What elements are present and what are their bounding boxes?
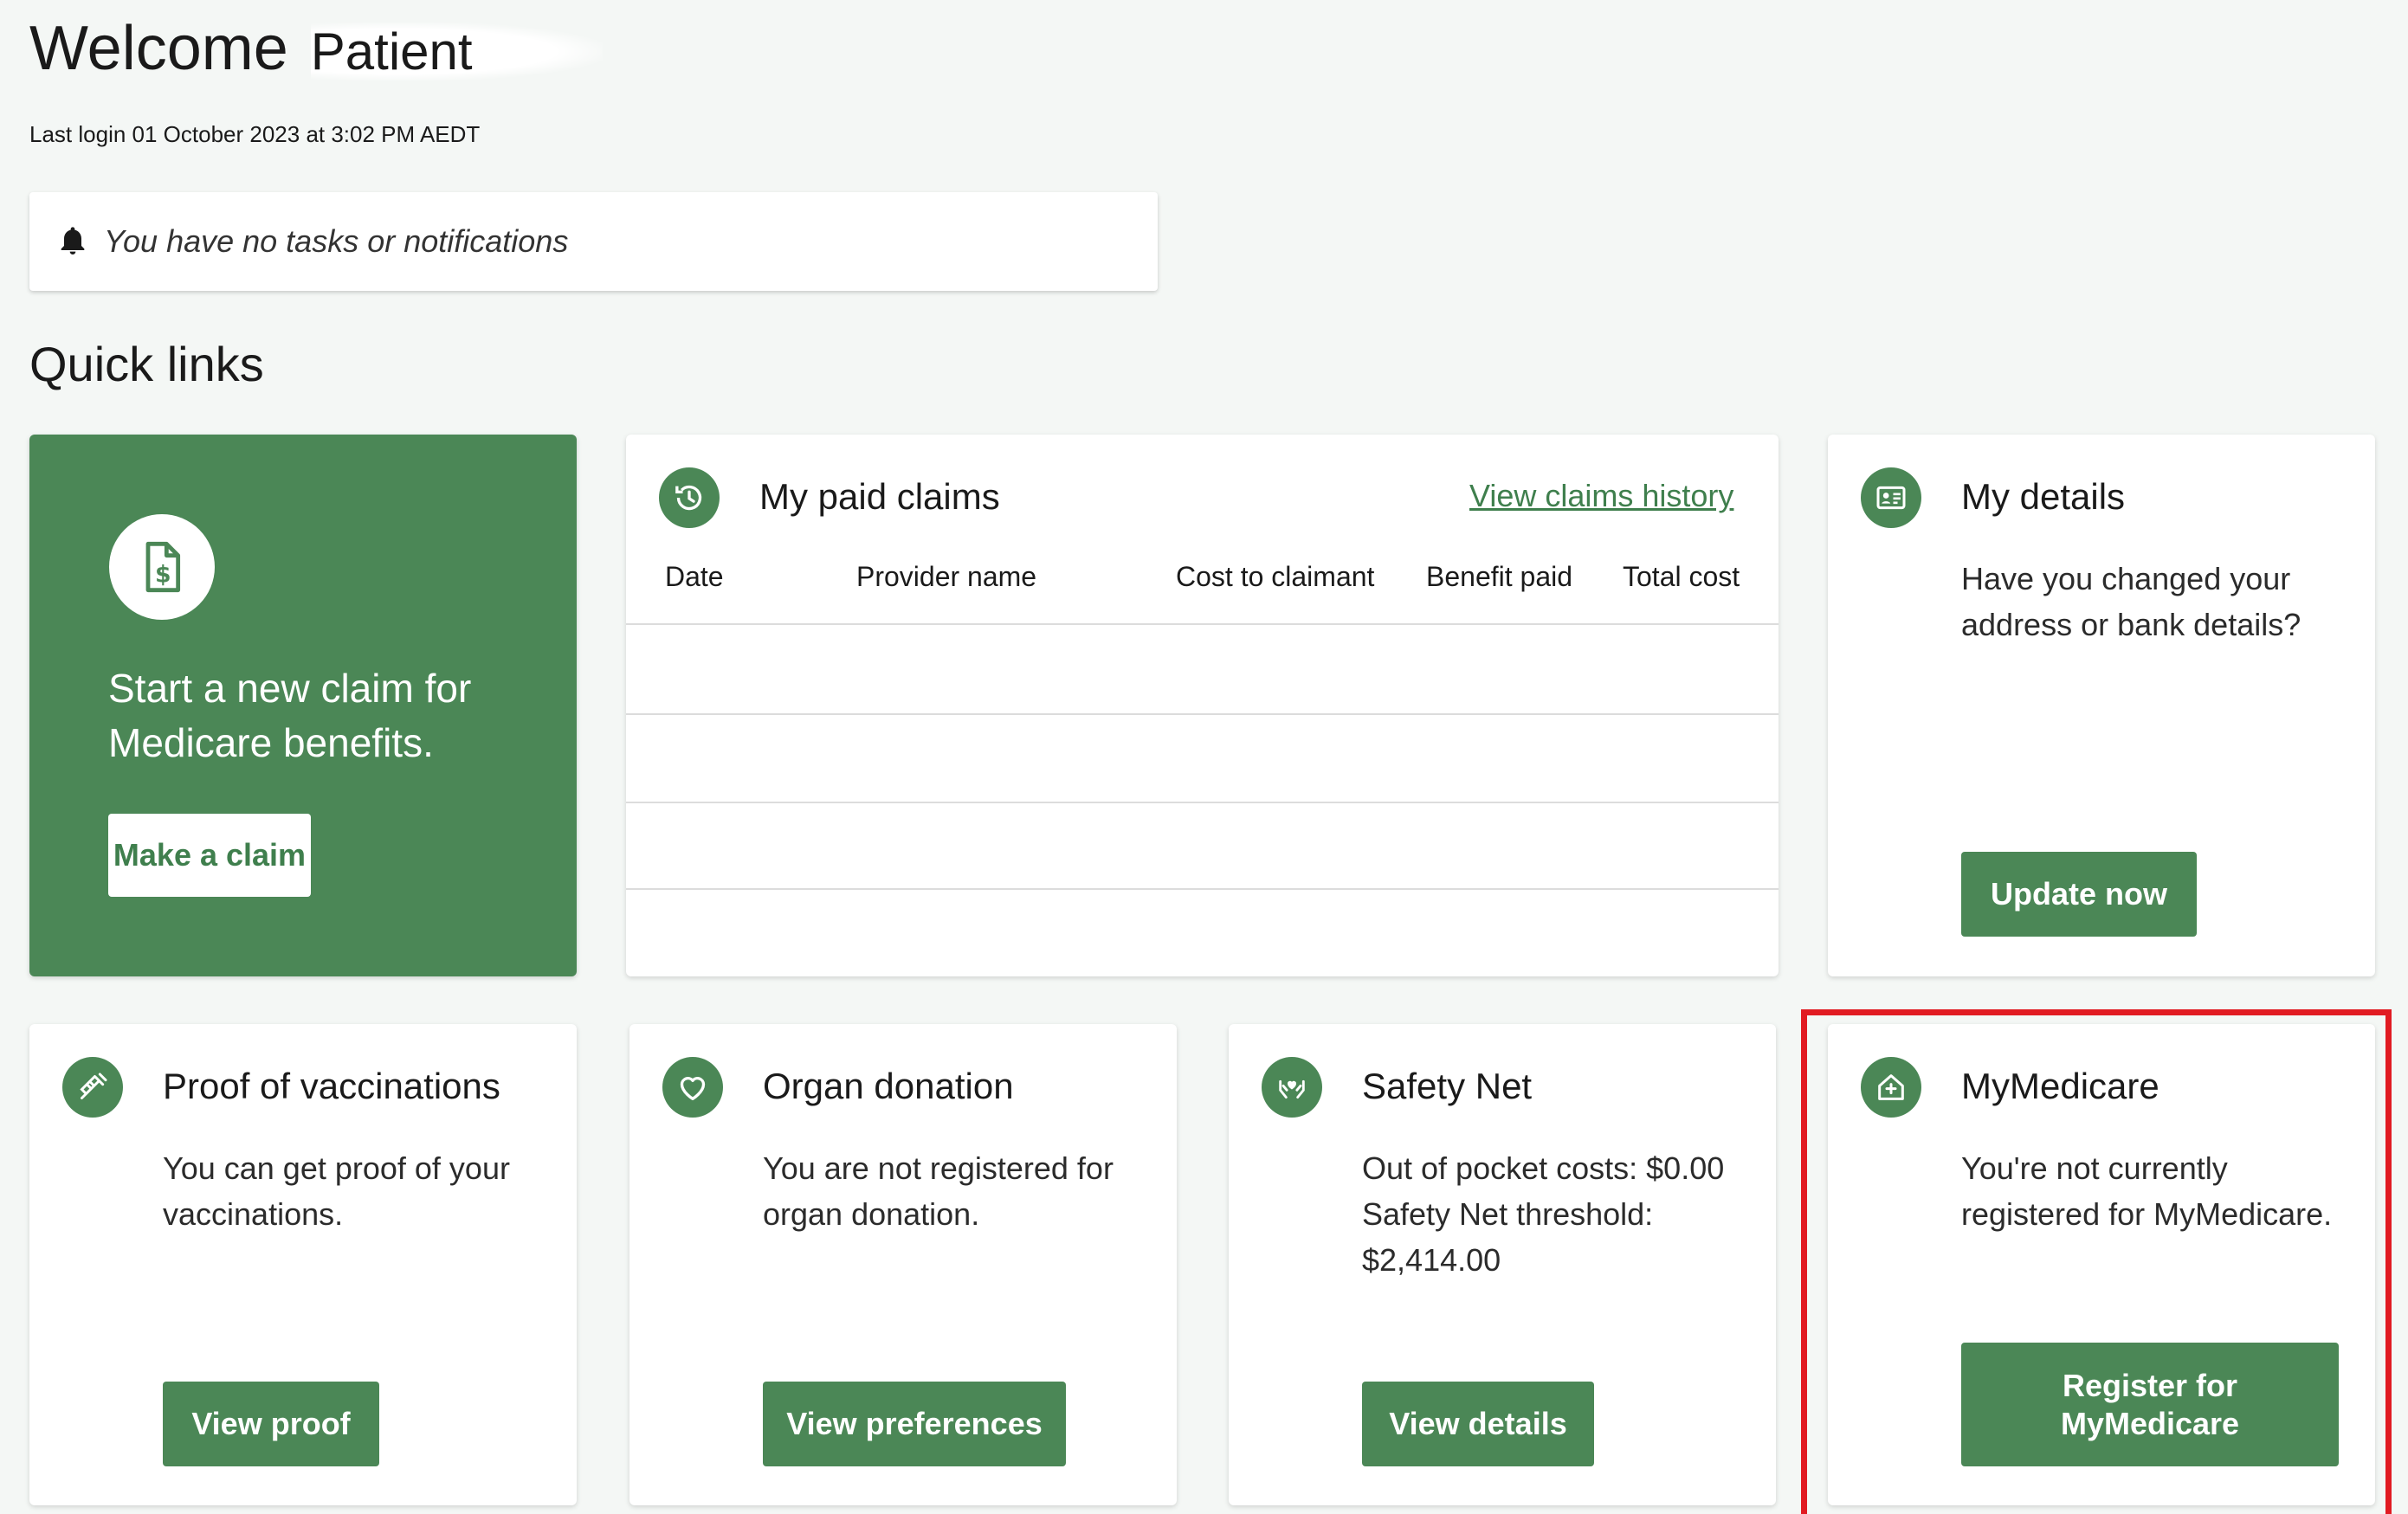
hands-heart-icon (1262, 1057, 1322, 1118)
mymedicare-title: MyMedicare (1961, 1066, 2159, 1106)
paid-claims-title: My paid claims (759, 476, 1000, 517)
new-claim-card: $ Start a new claim for Medicare benefit… (29, 435, 577, 976)
history-icon (659, 467, 720, 528)
heart-icon (662, 1057, 723, 1118)
table-header-divider (626, 623, 1779, 625)
vaccinations-text: You can get proof of your vaccinations. (163, 1150, 510, 1232)
register-button-line2: MyMedicare (2060, 1405, 2240, 1441)
safety-net-threshold-label: Safety Net threshold: (1362, 1196, 1654, 1232)
id-card-icon (1861, 467, 1921, 528)
vaccinations-title: Proof of vaccinations (163, 1066, 500, 1106)
user-name: Patient (310, 23, 603, 81)
view-preferences-button[interactable]: View preferences (763, 1382, 1066, 1466)
table-row (626, 802, 1779, 803)
welcome-label: Welcome (29, 14, 288, 83)
view-proof-button[interactable]: View proof (163, 1382, 379, 1466)
register-button-line1: Register for (2062, 1367, 2238, 1403)
register-mymedicare-button[interactable]: Register for MyMedicare (1961, 1343, 2339, 1466)
safety-net-title: Safety Net (1362, 1066, 1533, 1106)
column-header-total-cost: Total cost (1623, 561, 1740, 592)
last-login-text: Last login 01 October 2023 at 3:02 PM AE… (29, 121, 481, 147)
svg-text:$: $ (155, 561, 171, 588)
my-details-title: My details (1961, 476, 2126, 517)
mymedicare-card: MyMedicare You're not currently register… (1828, 1024, 2375, 1505)
column-header-provider-name: Provider name (856, 561, 1037, 592)
quick-links-heading: Quick links (29, 337, 264, 391)
my-details-card: My details Have you changed your address… (1828, 435, 2375, 976)
make-claim-button[interactable]: Make a claim (108, 814, 311, 897)
my-details-text: Have you changed your address or bank de… (1961, 561, 2301, 642)
column-header-date: Date (665, 561, 724, 592)
vaccinations-card: Proof of vaccinations You can get proof … (29, 1024, 577, 1505)
column-header-cost-to-claimant: Cost to claimant (1176, 561, 1375, 592)
out-of-pocket-costs: Out of pocket costs: $0.00 (1362, 1150, 1725, 1186)
view-details-button[interactable]: View details (1362, 1382, 1594, 1466)
safety-net-card: Safety Net Out of pocket costs: $0.00 Sa… (1229, 1024, 1776, 1505)
column-header-benefit-paid: Benefit paid (1426, 561, 1573, 592)
document-dollar-icon: $ (109, 514, 215, 620)
notifications-panel: You have no tasks or notifications (29, 192, 1158, 291)
syringe-icon (62, 1057, 123, 1118)
organ-donation-card: Organ donation You are not registered fo… (629, 1024, 1177, 1505)
welcome-heading: Welcome Patient (29, 9, 603, 92)
view-claims-history-link[interactable]: View claims history (1469, 478, 1733, 514)
table-row (626, 888, 1779, 890)
organ-donation-title: Organ donation (763, 1066, 1014, 1106)
table-row (626, 713, 1779, 715)
new-claim-text: Start a new claim for Medicare benefits. (108, 666, 472, 765)
notifications-text: You have no tasks or notifications (104, 223, 569, 259)
paid-claims-card: My paid claims View claims history (626, 435, 1779, 976)
mymedicare-text: You're not currently registered for MyMe… (1961, 1150, 2333, 1232)
organ-donation-text: You are not registered for organ donatio… (763, 1150, 1114, 1232)
bell-icon (61, 227, 85, 254)
update-now-button[interactable]: Update now (1961, 852, 2197, 937)
safety-net-threshold-value: $2,414.00 (1362, 1242, 1501, 1278)
house-plus-icon (1861, 1057, 1921, 1118)
